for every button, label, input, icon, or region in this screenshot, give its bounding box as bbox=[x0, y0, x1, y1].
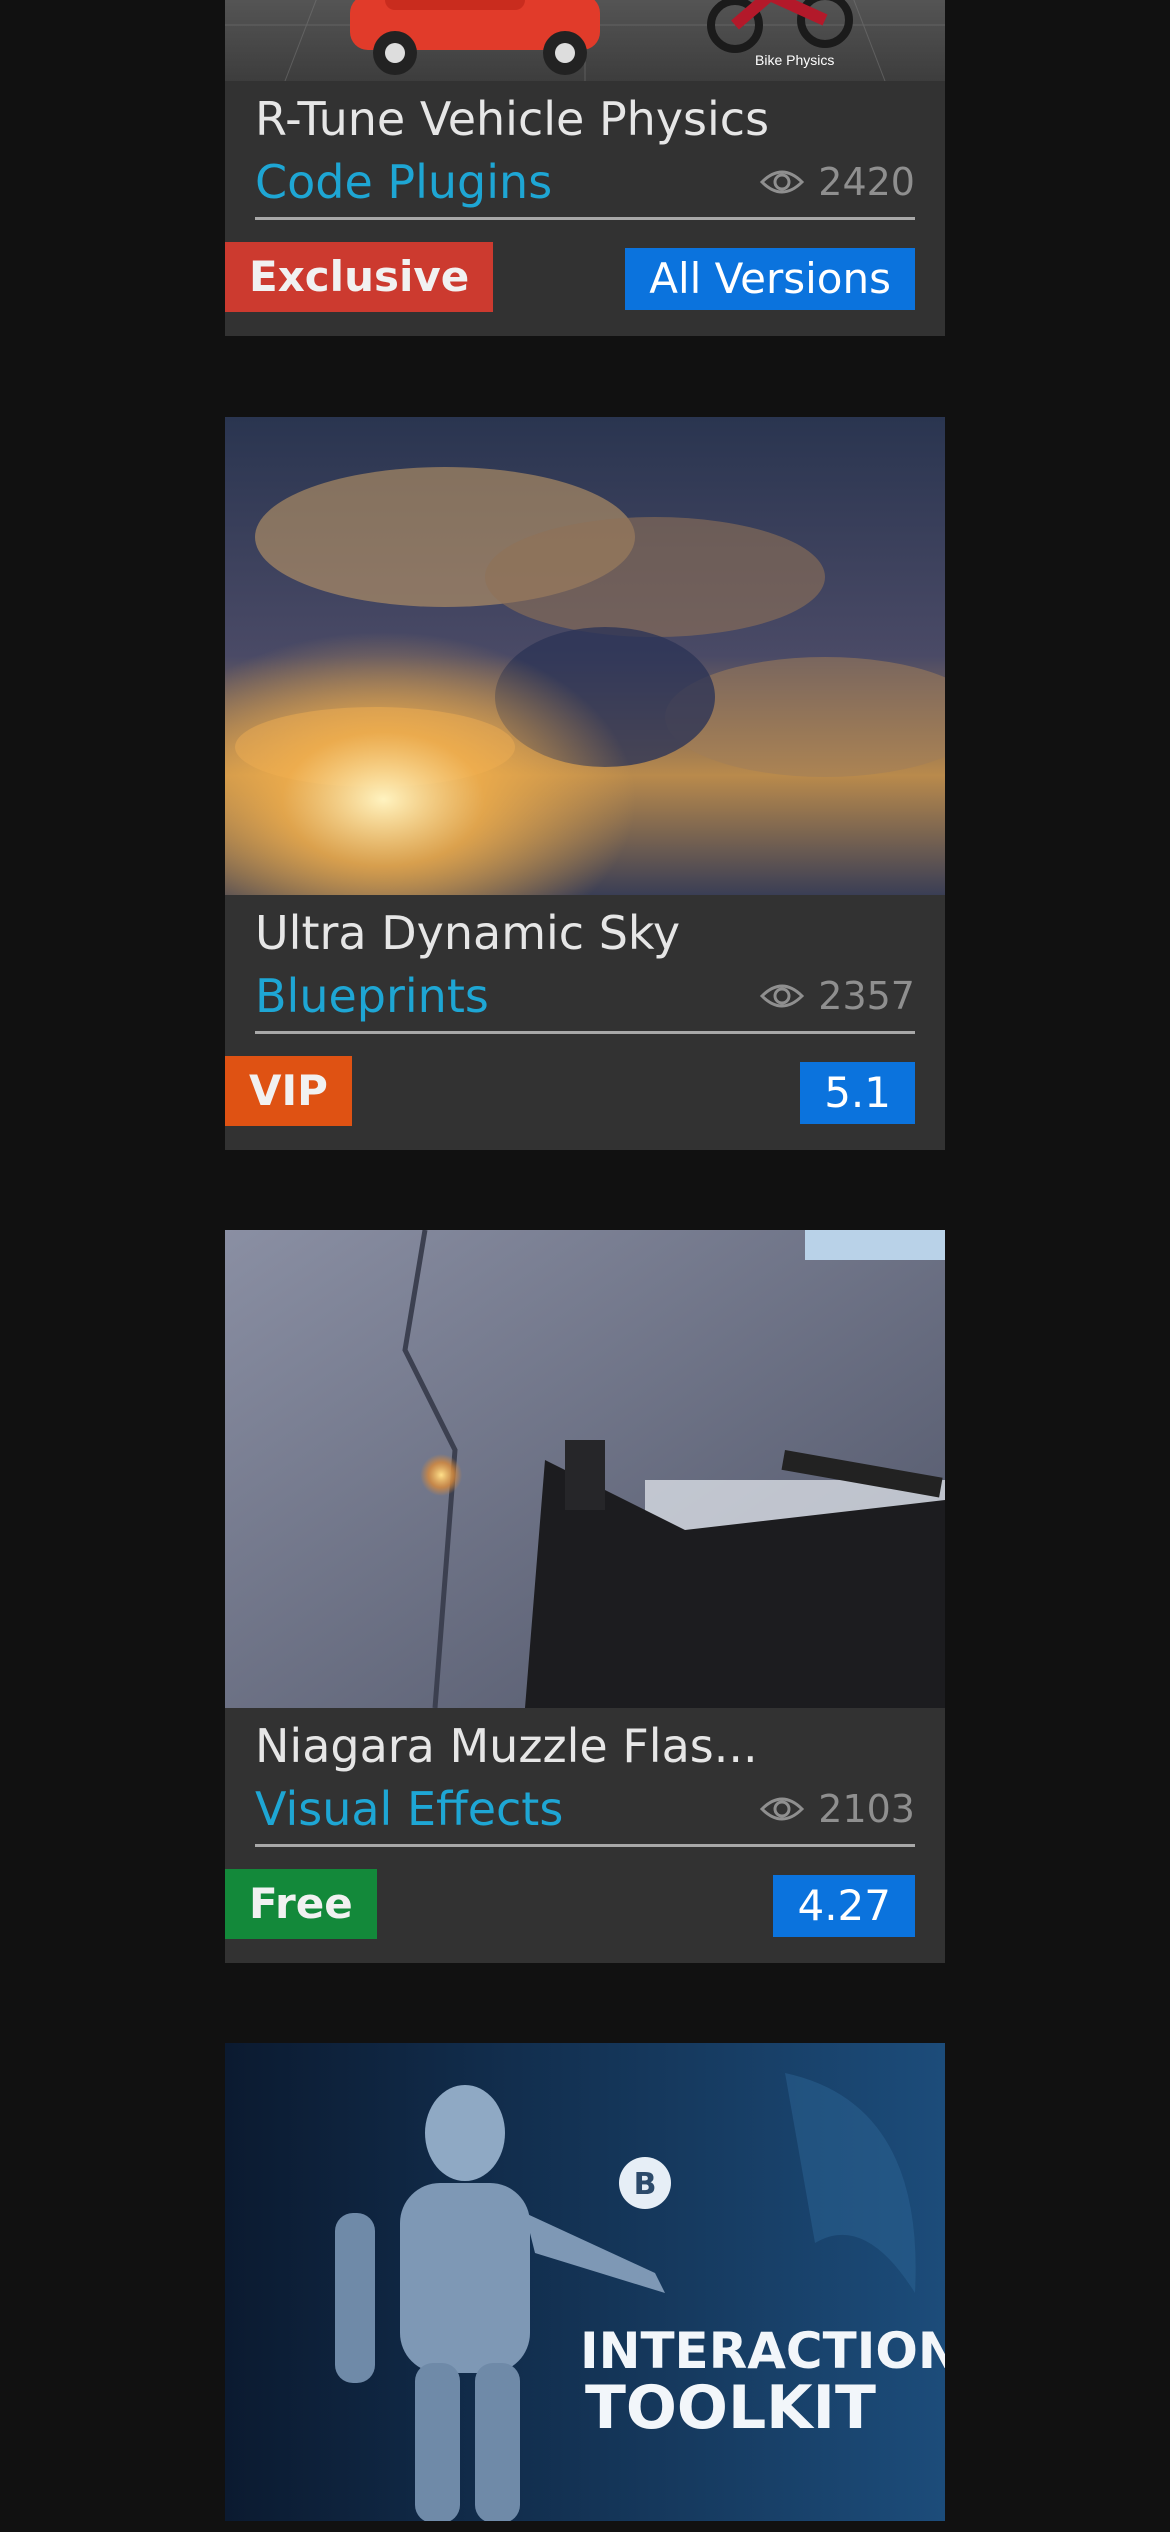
asset-thumbnail[interactable]: Bike Physics bbox=[225, 0, 945, 81]
asset-category-link[interactable]: Code Plugins bbox=[255, 155, 552, 209]
asset-card[interactable]: Bike Physics R-Tune Vehicle Physics Code… bbox=[225, 0, 945, 336]
free-badge: Free bbox=[225, 1869, 377, 1939]
asset-title[interactable]: R-Tune Vehicle Physics bbox=[255, 81, 915, 147]
thumbnail-title-line1: INTERACTION bbox=[580, 2322, 945, 2380]
exclusive-badge: Exclusive bbox=[225, 242, 494, 312]
view-count-value: 2420 bbox=[818, 160, 915, 204]
vip-badge: VIP bbox=[225, 1056, 352, 1126]
asset-card[interactable]: Ultra Dynamic Sky Blueprints 2357 VIP 5.… bbox=[225, 417, 945, 1150]
view-count: 2357 bbox=[760, 974, 915, 1018]
eye-icon bbox=[760, 984, 805, 1008]
version-badge: 4.27 bbox=[773, 1875, 915, 1937]
asset-feed: Bike Physics R-Tune Vehicle Physics Code… bbox=[0, 0, 1170, 2532]
asset-category-link[interactable]: Blueprints bbox=[255, 969, 489, 1023]
asset-card[interactable]: Niagara Muzzle Flas... Visual Effects 21… bbox=[225, 1230, 945, 1963]
asset-title[interactable]: Niagara Muzzle Flas... bbox=[255, 1708, 915, 1774]
thumbnail-title-line2: TOOLKIT bbox=[585, 2373, 876, 2443]
view-count-value: 2357 bbox=[818, 974, 915, 1018]
asset-thumbnail[interactable] bbox=[225, 417, 945, 895]
asset-category-link[interactable]: Visual Effects bbox=[255, 1782, 563, 1836]
view-count: 2420 bbox=[760, 160, 915, 204]
asset-thumbnail[interactable] bbox=[225, 1230, 945, 1708]
version-badge: 5.1 bbox=[800, 1062, 915, 1124]
asset-thumbnail[interactable]: B INTERACTION TOOLKIT bbox=[225, 2043, 945, 2521]
button-b-badge: B bbox=[634, 2167, 657, 2202]
asset-card[interactable]: B INTERACTION TOOLKIT bbox=[225, 2043, 945, 2521]
view-count-value: 2103 bbox=[818, 1787, 915, 1831]
thumbnail-caption: Bike Physics bbox=[755, 52, 834, 68]
asset-title[interactable]: Ultra Dynamic Sky bbox=[255, 895, 915, 961]
view-count: 2103 bbox=[760, 1787, 915, 1831]
eye-icon bbox=[760, 1797, 805, 1821]
eye-icon bbox=[760, 170, 805, 194]
version-badge: All Versions bbox=[625, 248, 915, 310]
